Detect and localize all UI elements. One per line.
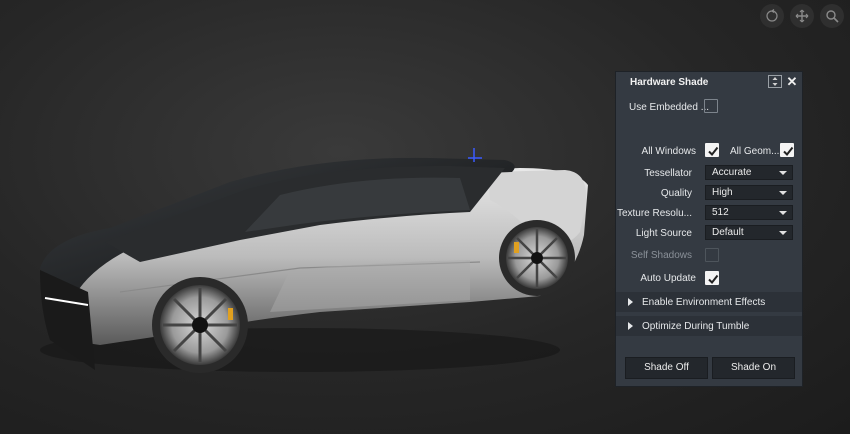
light-source-value: Default bbox=[712, 227, 744, 238]
triangle-right-icon bbox=[628, 298, 633, 306]
use-embedded-label: Use Embedded ... bbox=[629, 101, 710, 113]
auto-update-label: Auto Update bbox=[640, 272, 696, 284]
section-optimize-tumble[interactable]: Optimize During Tumble bbox=[616, 316, 802, 336]
light-source-dropdown[interactable]: Default bbox=[705, 225, 793, 240]
chevron-down-icon bbox=[779, 191, 787, 195]
all-geom-label: All Geom... bbox=[730, 145, 780, 157]
panel-menu-icon[interactable] bbox=[768, 75, 782, 88]
hardware-shade-panel: Hardware Shade ✕ Use Embedded ... All Wi… bbox=[615, 71, 803, 387]
chevron-down-icon bbox=[779, 231, 787, 235]
shade-on-button[interactable]: Shade On bbox=[712, 357, 795, 379]
texture-resolution-value: 512 bbox=[712, 207, 729, 218]
close-icon[interactable]: ✕ bbox=[785, 75, 799, 88]
section-optimize-label: Optimize During Tumble bbox=[642, 320, 750, 332]
quality-dropdown[interactable]: High bbox=[705, 185, 793, 200]
tessellator-value: Accurate bbox=[712, 167, 752, 178]
chevron-down-icon bbox=[779, 211, 787, 215]
all-geom-checkbox[interactable] bbox=[780, 143, 794, 157]
quality-value: High bbox=[712, 187, 733, 198]
texture-resolution-dropdown[interactable]: 512 bbox=[705, 205, 793, 220]
self-shadows-checkbox bbox=[705, 248, 719, 262]
all-windows-checkbox[interactable] bbox=[705, 143, 719, 157]
texture-resolution-label: Texture Resolu... bbox=[616, 207, 692, 219]
panel-title: Hardware Shade bbox=[630, 76, 709, 88]
all-windows-label: All Windows bbox=[641, 145, 696, 157]
light-source-label: Light Source bbox=[635, 227, 692, 239]
tumble-icon[interactable] bbox=[760, 4, 784, 28]
pan-icon[interactable] bbox=[790, 4, 814, 28]
shade-off-button[interactable]: Shade Off bbox=[625, 357, 708, 379]
use-embedded-checkbox[interactable] bbox=[704, 99, 718, 113]
triangle-right-icon bbox=[628, 322, 633, 330]
panel-header: Hardware Shade ✕ bbox=[616, 72, 802, 92]
section-environment-label: Enable Environment Effects bbox=[642, 296, 766, 308]
chevron-down-icon bbox=[779, 171, 787, 175]
quality-label: Quality bbox=[660, 187, 692, 199]
tessellator-label: Tessellator bbox=[644, 167, 692, 179]
section-environment-effects[interactable]: Enable Environment Effects bbox=[616, 292, 802, 312]
car-model bbox=[40, 148, 588, 373]
self-shadows-label: Self Shadows bbox=[630, 249, 692, 261]
auto-update-checkbox[interactable] bbox=[705, 271, 719, 285]
tessellator-dropdown[interactable]: Accurate bbox=[705, 165, 793, 180]
zoom-icon[interactable] bbox=[820, 4, 844, 28]
